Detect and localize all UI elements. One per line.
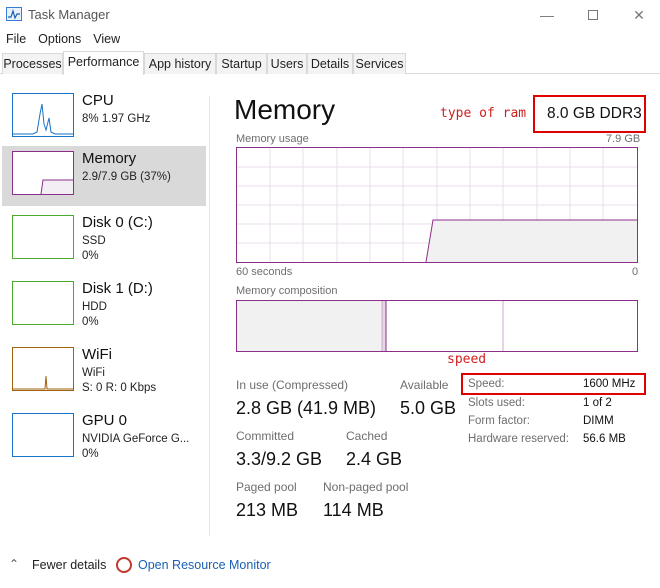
- hardware-reserved-label: Hardware reserved:: [468, 433, 569, 445]
- sidebar-item-disk-1[interactable]: Disk 1 (D:) HDD 0%: [2, 276, 206, 336]
- sidebar-item-label: Disk 0 (C:): [82, 214, 153, 231]
- sidebar-item-label: WiFi: [82, 346, 112, 363]
- ram-type-value: 8.0 GB DDR3: [547, 105, 642, 122]
- speed-annotation: speed: [447, 352, 487, 367]
- tab-app-history[interactable]: App history: [144, 53, 216, 74]
- cached-value: 2.4 GB: [346, 449, 403, 469]
- committed-label: Committed: [236, 429, 295, 443]
- sidebar-item-wifi[interactable]: WiFi WiFi S: 0 R: 0 Kbps: [2, 342, 206, 402]
- non-paged-pool-label: Non-paged pool: [323, 480, 409, 494]
- sidebar-item-detail: 0%: [82, 250, 99, 262]
- minimize-button[interactable]: —: [524, 0, 570, 30]
- close-button[interactable]: ✕: [616, 0, 660, 30]
- menu-file[interactable]: File: [0, 30, 32, 50]
- form-factor-value: DIMM: [583, 415, 614, 427]
- in-use-label: In use (Compressed): [236, 378, 349, 392]
- available-value: 5.0 GB: [400, 398, 457, 418]
- non-paged-pool-value: 114 MB: [323, 500, 384, 520]
- title-bar: Task Manager — ✕: [0, 0, 660, 30]
- resource-monitor-icon: [116, 557, 132, 573]
- fewer-details-button[interactable]: Fewer details: [32, 558, 106, 572]
- task-manager-icon: [6, 7, 22, 21]
- speed-value: 1600 MHz: [583, 378, 636, 390]
- sidebar-item-gpu-0[interactable]: GPU 0 NVIDIA GeForce G... 0%: [2, 408, 206, 468]
- form-factor-label: Form factor:: [468, 415, 530, 427]
- sidebar-item-detail: 2.9/7.9 GB (37%): [82, 171, 171, 183]
- footer-bar: ⌃ Fewer details Open Resource Monitor: [0, 552, 660, 582]
- tab-startup[interactable]: Startup: [216, 53, 267, 74]
- speed-label: Speed:: [468, 378, 505, 390]
- sidebar-item-detail: 0%: [82, 448, 99, 460]
- chevron-up-icon[interactable]: ⌃: [9, 557, 19, 571]
- available-label: Available: [400, 378, 449, 392]
- composition-segments: [237, 301, 504, 351]
- menu-view[interactable]: View: [87, 30, 126, 50]
- menu-bar: File Options View: [0, 30, 126, 50]
- sidebar-item-detail: 0%: [82, 316, 99, 328]
- sidebar-item-label: Memory: [82, 150, 137, 167]
- maximize-icon: [588, 10, 598, 20]
- page-title: Memory: [234, 94, 336, 125]
- sidebar-item-memory[interactable]: Memory 2.9/7.9 GB (37%): [2, 146, 206, 206]
- cpu-thumbnail-graph: [12, 93, 74, 137]
- sidebar-item-detail: SSD: [82, 235, 106, 247]
- sidebar-item-detail: S: 0 R: 0 Kbps: [82, 382, 157, 394]
- disk-1-thumbnail-graph: [12, 281, 74, 325]
- menu-options[interactable]: Options: [32, 30, 87, 50]
- memory-usage-chart: [237, 148, 637, 262]
- slots-used-value: 1 of 2: [583, 397, 612, 409]
- tab-users[interactable]: Users: [267, 53, 307, 74]
- hardware-reserved-value: 56.6 MB: [583, 433, 626, 445]
- maximize-button[interactable]: [570, 0, 616, 30]
- memory-usage-graph: [236, 147, 638, 263]
- memory-composition-bar: [236, 300, 638, 352]
- memory-thumbnail-graph: [12, 151, 74, 195]
- sidebar-item-cpu[interactable]: CPU 8% 1.97 GHz: [2, 88, 206, 148]
- graph-axis-left: 60 seconds: [236, 266, 293, 278]
- disk-0-thumbnail-graph: [12, 215, 74, 259]
- open-resource-monitor-link[interactable]: Open Resource Monitor: [138, 558, 271, 572]
- paged-pool-label: Paged pool: [236, 480, 297, 494]
- memory-usage-label: Memory usage: [236, 133, 309, 145]
- tab-services[interactable]: Services: [353, 53, 406, 74]
- slots-used-label: Slots used:: [468, 397, 525, 409]
- tab-performance[interactable]: Performance: [63, 51, 144, 75]
- wifi-thumbnail-graph: [12, 347, 74, 391]
- sidebar-item-detail: WiFi: [82, 367, 105, 379]
- ram-type-annotation: type of ram: [440, 106, 527, 121]
- sidebar-item-label: GPU 0: [82, 412, 128, 429]
- window-title: Task Manager: [28, 7, 110, 22]
- tab-processes[interactable]: Processes: [2, 53, 63, 74]
- memory-composition-label: Memory composition: [236, 285, 338, 297]
- sidebar-item-label: Disk 1 (D:): [82, 280, 153, 297]
- sidebar-item-detail: 8% 1.97 GHz: [82, 113, 151, 125]
- paged-pool-value: 213 MB: [236, 500, 299, 520]
- committed-value: 3.3/9.2 GB: [236, 449, 323, 469]
- sidebar-item-label: CPU: [82, 92, 114, 109]
- sidebar-item-detail: HDD: [82, 301, 107, 313]
- sidebar-item-detail: NVIDIA GeForce G...: [82, 433, 190, 445]
- tab-details[interactable]: Details: [307, 53, 353, 74]
- in-use-value: 2.8 GB (41.9 MB): [236, 398, 377, 418]
- graph-axis-right: 0: [632, 266, 639, 278]
- memory-usage-max: 7.9 GB: [606, 133, 641, 145]
- gpu-thumbnail-graph: [12, 413, 74, 457]
- panel-divider: [209, 96, 210, 536]
- sidebar-item-disk-0[interactable]: Disk 0 (C:) SSD 0%: [2, 210, 206, 270]
- tab-bar: Processes Performance App history Startu…: [0, 51, 660, 75]
- cached-label: Cached: [346, 429, 388, 443]
